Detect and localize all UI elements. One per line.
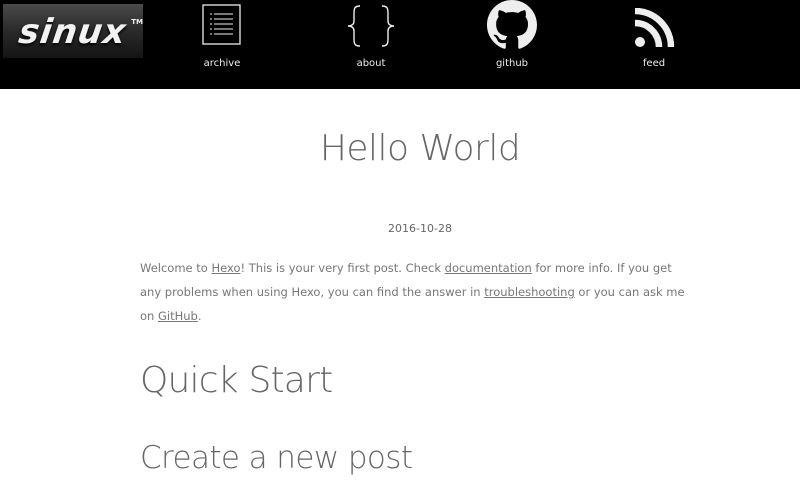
logo-text: sinux bbox=[16, 12, 130, 52]
documentation-link[interactable]: documentation bbox=[445, 261, 532, 275]
heading-create-new-post: Create a new post bbox=[140, 440, 413, 476]
heading-quick-start: Quick Start bbox=[140, 360, 333, 401]
nav-feed[interactable]: feed bbox=[604, 0, 704, 89]
logo-trademark: TM bbox=[131, 18, 143, 26]
nav-label-github: github bbox=[495, 58, 529, 69]
github-icon bbox=[487, 0, 537, 49]
nav-label-archive: archive bbox=[203, 58, 241, 69]
curly-braces-icon bbox=[347, 5, 395, 47]
post-date: 2016-10-28 bbox=[388, 222, 452, 235]
list-icon bbox=[202, 4, 241, 45]
intro-text-2: ! This is your very first post. Check bbox=[240, 261, 445, 275]
top-navigation-bar: sinux TM archive about github feed bbox=[0, 0, 800, 89]
hexo-link[interactable]: Hexo bbox=[211, 261, 240, 275]
site-logo[interactable]: sinux TM bbox=[3, 4, 143, 58]
rss-icon bbox=[634, 8, 674, 48]
nav-archive[interactable]: archive bbox=[172, 0, 272, 89]
nav-about[interactable]: about bbox=[321, 0, 421, 89]
post-title: Hello World bbox=[319, 128, 521, 169]
github-link[interactable]: GitHub bbox=[158, 309, 198, 323]
troubleshooting-link[interactable]: troubleshooting bbox=[484, 285, 575, 299]
post-intro-paragraph: Welcome to Hexo! This is your very first… bbox=[140, 256, 685, 328]
intro-text-5: . bbox=[197, 309, 202, 323]
intro-text-1: Welcome to bbox=[140, 261, 212, 275]
nav-label-feed: feed bbox=[642, 58, 666, 69]
nav-github[interactable]: github bbox=[462, 0, 562, 89]
nav-label-about: about bbox=[356, 58, 386, 69]
